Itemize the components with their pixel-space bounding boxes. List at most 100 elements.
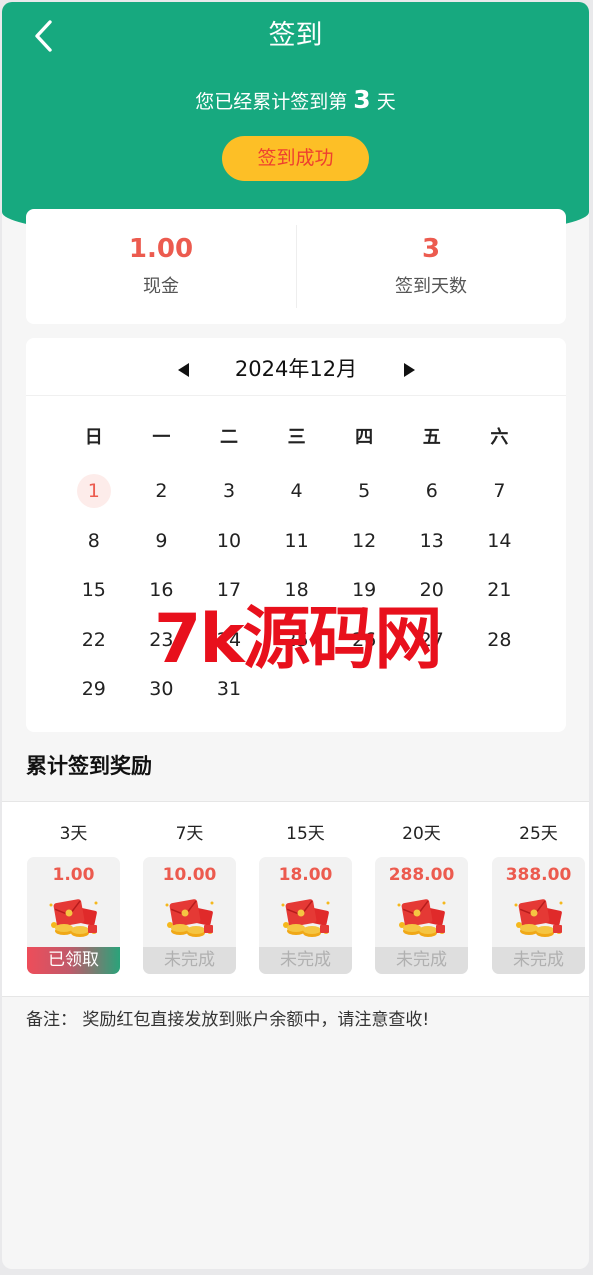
calendar-day-number: 9 (155, 529, 168, 552)
reward-item[interactable]: 15天 18.00 未完成 (259, 802, 352, 974)
sign-in-button[interactable]: 签到成功 (222, 136, 369, 181)
reward-amount: 288.00 (388, 865, 455, 885)
red-envelope-icon (397, 899, 446, 937)
reward-status: 未完成 (492, 947, 585, 974)
reward-status: 未完成 (375, 947, 468, 974)
weekday: 三 (287, 427, 306, 448)
calendar-day[interactable]: 10 (195, 524, 263, 574)
calendar-day-number: 3 (222, 480, 236, 502)
reward-days: 7天 (175, 824, 204, 844)
calendar-day-number: 6 (425, 480, 438, 502)
watermark: 7k源码网 (154, 600, 443, 679)
calendar-day[interactable]: 3 (195, 474, 263, 524)
calendar-week: 1 2 3 4 5 6 7 (26, 474, 566, 524)
red-envelope-icon (165, 899, 214, 937)
reward-amount: 1.00 (52, 865, 95, 885)
streak-suffix: 天 (376, 91, 396, 113)
reward-item[interactable]: 20天 288.00 未完成 (375, 802, 468, 974)
calendar-day[interactable]: 7 (466, 474, 534, 524)
calendar-day[interactable]: 29 (60, 672, 128, 722)
calendar-day[interactable]: 1 (60, 474, 128, 524)
red-envelope-icon (281, 899, 330, 937)
reward-days: 20天 (402, 824, 441, 844)
calendar-day[interactable]: 21 (466, 573, 534, 623)
reward-item[interactable]: 3天 1.00 已领取 (27, 802, 120, 974)
weekday: 日 (84, 427, 103, 448)
reward-days: 25天 (519, 824, 558, 844)
reward-status: 未完成 (259, 947, 352, 974)
calendar-day-number: 1 (76, 474, 111, 508)
calendar-day-number: 28 (487, 628, 512, 651)
calendar-day-number: 22 (81, 628, 106, 651)
calendar-day-empty (466, 672, 534, 722)
calendar-month: 2024年12月 (234, 357, 358, 381)
reward-card[interactable]: 18.00 未完成 (259, 857, 352, 974)
calendar-day[interactable]: 28 (466, 623, 534, 673)
rewards-list: 3天 1.00 已领取 7天 10.00 未完成 15天 18.00 未完成 20天 288.00 未… (2, 801, 589, 997)
header: 签到 您已经累计签到第 3 天 签到成功 (2, 2, 589, 242)
reward-card[interactable]: 388.00 未完成 (492, 857, 585, 974)
triangle-right-icon[interactable] (404, 363, 415, 377)
page-title: 签到 (268, 20, 323, 51)
reward-card[interactable]: 288.00 未完成 (375, 857, 468, 974)
calendar-day-number: 4 (290, 480, 303, 502)
stat-cash: 1.00 现金 (26, 209, 296, 324)
weekday: 五 (422, 427, 441, 448)
reward-item[interactable]: 7天 10.00 未完成 (143, 802, 236, 974)
reward-amount: 388.00 (505, 865, 572, 885)
days-label: 签到天数 (395, 276, 467, 297)
weekday: 四 (355, 427, 374, 448)
reward-amount: 10.00 (162, 865, 217, 885)
reward-days: 3天 (59, 824, 88, 844)
weekday-row: 日 一 二 三 四 五 六 (26, 424, 566, 452)
weekday: 二 (219, 427, 238, 448)
calendar-day-number: 11 (284, 529, 309, 552)
calendar-day[interactable]: 14 (466, 524, 534, 574)
calendar-day-number: 14 (487, 529, 512, 552)
cash-label: 现金 (143, 276, 179, 297)
calendar-day[interactable]: 6 (398, 474, 466, 524)
stats-card: 1.00 现金 3 签到天数 (26, 209, 566, 324)
calendar-day[interactable]: 9 (128, 524, 196, 574)
calendar-day[interactable]: 4 (263, 474, 331, 524)
reward-item[interactable]: 25天 388.00 未完成 (492, 802, 585, 974)
calendar-day-number: 2 (155, 480, 168, 502)
note-text: 备注： 奖励红包直接发放到账户余额中，请注意查收! (26, 1010, 430, 1030)
cash-value: 1.00 (128, 234, 194, 264)
rewards-title: 累计签到奖励 (26, 754, 152, 778)
red-envelope-icon (49, 899, 98, 937)
reward-days: 15天 (286, 824, 325, 844)
calendar-day[interactable]: 5 (330, 474, 398, 524)
calendar-day[interactable]: 13 (398, 524, 466, 574)
calendar-day-number: 5 (358, 480, 371, 502)
weekday: 六 (490, 427, 509, 448)
weekday: 一 (152, 427, 171, 448)
calendar-day-number: 21 (487, 579, 512, 601)
calendar-header: 2024年12月 (26, 338, 566, 396)
calendar-day[interactable]: 15 (60, 573, 128, 623)
calendar-day-number: 15 (81, 579, 106, 601)
days-value: 3 (421, 234, 441, 264)
reward-amount: 18.00 (278, 865, 333, 885)
calendar-day-number: 12 (352, 529, 377, 552)
reward-card[interactable]: 10.00 未完成 (143, 857, 236, 974)
calendar-week: 8 9 10 11 12 13 14 (26, 524, 566, 574)
streak-text: 您已经累计签到第 3 天 (2, 84, 589, 118)
reward-card[interactable]: 1.00 已领取 (27, 857, 120, 974)
calendar-day-number: 8 (87, 529, 100, 552)
reward-status: 未完成 (143, 947, 236, 974)
calendar-day[interactable]: 11 (263, 524, 331, 574)
reward-status: 已领取 (27, 947, 120, 974)
red-envelope-icon (514, 899, 563, 937)
streak-days: 3 (353, 85, 371, 114)
phone-screen: 签到 您已经累计签到第 3 天 签到成功 1.00 现金 3 签到天数 2024年1… (2, 2, 589, 1269)
calendar-day[interactable]: 12 (330, 524, 398, 574)
stat-days: 3 签到天数 (296, 209, 566, 324)
calendar-day-number: 13 (419, 529, 444, 552)
streak-prefix: 您已经累计签到第 (195, 91, 348, 113)
calendar-day[interactable]: 8 (60, 524, 128, 574)
calendar-day[interactable]: 2 (128, 474, 196, 524)
calendar-day-number: 7 (493, 480, 506, 502)
calendar-day[interactable]: 22 (60, 623, 128, 673)
calendar-day-number: 29 (81, 678, 106, 700)
